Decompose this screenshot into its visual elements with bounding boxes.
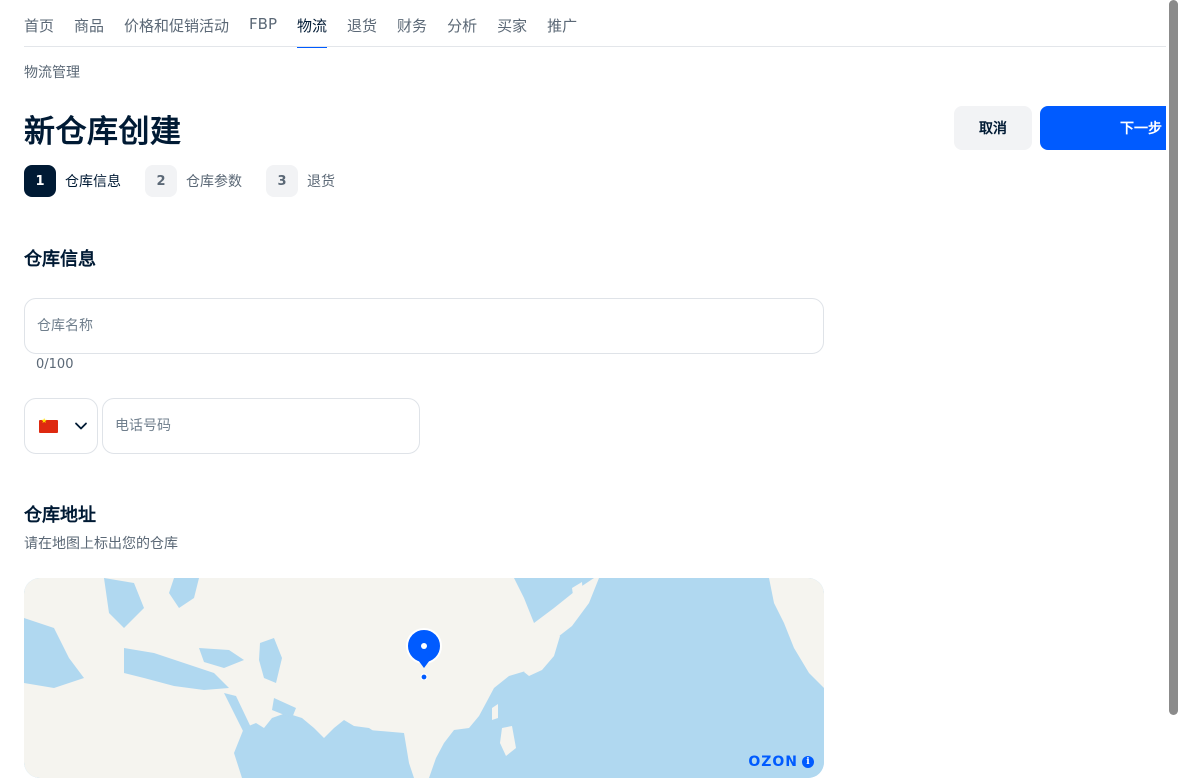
page-title: 新仓库创建 (24, 114, 182, 150)
nav-divider (24, 46, 1166, 47)
top-navigation: 首页 商品 价格和促销活动 FBP 物流 退货 财务 分析 买家 推广 (24, 0, 597, 48)
step-label: 仓库信息 (65, 174, 121, 190)
warehouse-map[interactable]: OZON i (24, 578, 824, 778)
nav-item-logistics[interactable]: 物流 (297, 0, 328, 48)
scrollbar-thumb[interactable] (1169, 0, 1178, 715)
nav-item-fbp[interactable]: FBP (249, 0, 277, 48)
step-label: 退货 (307, 174, 335, 190)
step-number: 1 (24, 165, 56, 197)
nav-item-prices-promotions[interactable]: 价格和促销活动 (124, 0, 229, 48)
nav-item-analytics[interactable]: 分析 (447, 0, 477, 48)
warehouse-info-heading: 仓库信息 (24, 249, 96, 270)
name-char-counter: 0/100 (36, 357, 74, 372)
breadcrumb[interactable]: 物流管理 (24, 62, 80, 82)
location-pin-icon[interactable] (406, 628, 442, 680)
phone-input[interactable] (103, 399, 419, 453)
info-icon[interactable]: i (802, 756, 814, 768)
step-number: 2 (145, 165, 177, 197)
step-warehouse-params[interactable]: 2 仓库参数 (145, 165, 242, 197)
stepper: 1 仓库信息 2 仓库参数 3 退货 (24, 165, 359, 197)
step-returns[interactable]: 3 退货 (266, 165, 335, 197)
china-flag-icon (39, 418, 58, 433)
nav-item-home[interactable]: 首页 (24, 0, 54, 48)
chevron-down-icon (75, 422, 87, 430)
next-step-button[interactable]: 下一步 (1040, 106, 1166, 150)
nav-item-promotion[interactable]: 推广 (547, 0, 577, 48)
nav-item-returns[interactable]: 退货 (347, 0, 377, 48)
nav-item-products[interactable]: 商品 (74, 0, 104, 48)
cancel-button[interactable]: 取消 (954, 106, 1032, 150)
ozon-brand-text: OZON (748, 754, 798, 770)
nav-item-customers[interactable]: 买家 (497, 0, 527, 48)
country-code-select[interactable] (24, 398, 98, 454)
phone-field[interactable] (102, 398, 420, 454)
step-label: 仓库参数 (186, 174, 242, 190)
warehouse-name-input[interactable] (25, 299, 823, 353)
ozon-logo: OZON i (748, 754, 814, 770)
warehouse-address-subtitle: 请在地图上标出您的仓库 (24, 536, 178, 552)
warehouse-name-field[interactable] (24, 298, 824, 354)
scrollbar-track[interactable] (1166, 0, 1181, 780)
warehouse-address-heading: 仓库地址 (24, 505, 96, 526)
step-number: 3 (266, 165, 298, 197)
step-warehouse-info[interactable]: 1 仓库信息 (24, 165, 121, 197)
nav-item-finance[interactable]: 财务 (397, 0, 427, 48)
